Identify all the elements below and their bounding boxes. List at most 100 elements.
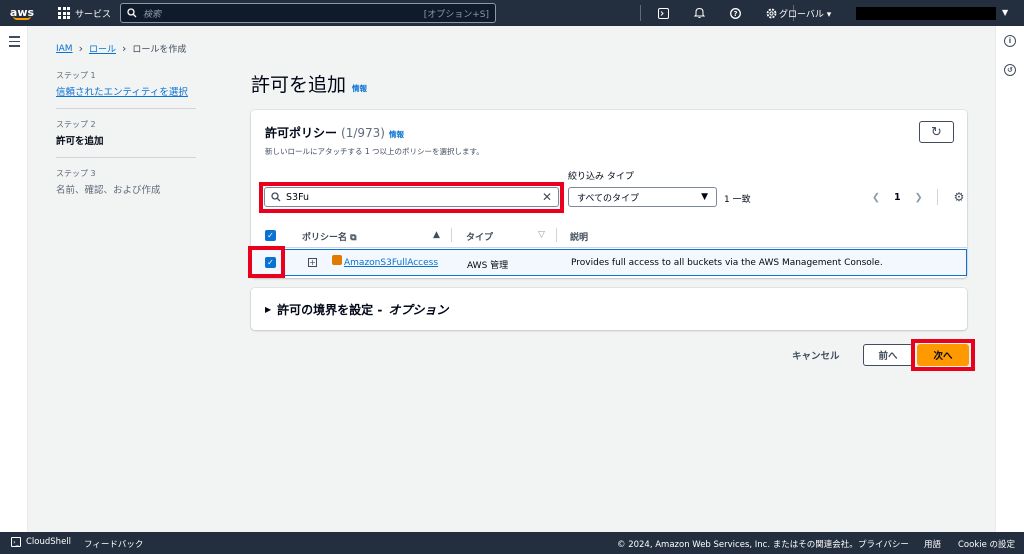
sort-icon[interactable]: ▽ <box>538 230 545 240</box>
boundary-optional: オプション <box>388 303 449 317</box>
main-content: IAM › ロール › ロールを作成 ステップ 1 信頼されたエンティティを選択… <box>29 26 995 532</box>
page-title: 許可を追加 <box>251 74 347 96</box>
select-all-checkbox[interactable]: ✓ <box>265 230 276 241</box>
tools-strip: i ↺ <box>995 26 1024 532</box>
step-3-title: 名前、確認、および作成 <box>56 185 161 196</box>
cloudshell-label: CloudShell <box>26 537 72 547</box>
side-nav-strip <box>0 26 28 532</box>
breadcrumb-iam[interactable]: IAM <box>56 44 73 54</box>
chevron-down-icon[interactable]: ▼ <box>1002 8 1008 17</box>
terms-link[interactable]: 用語 <box>924 538 941 550</box>
external-link-icon: ⧉ <box>350 233 357 243</box>
step-label: ステップ 1 <box>56 71 96 80</box>
chevron-right-icon: › <box>78 42 83 55</box>
divider <box>56 108 196 109</box>
divider <box>640 5 641 21</box>
region-label: グローバル <box>779 10 824 20</box>
privacy-link[interactable]: プライバシー <box>858 538 909 550</box>
panel-description: 新しいロールにアタッチする 1 つ以上のポリシーを選択します。 <box>265 147 484 156</box>
top-icons: ? <box>636 0 798 26</box>
step-1-link[interactable]: 信頼されたエンティティを選択 <box>56 84 196 98</box>
divider <box>556 228 557 242</box>
grid-icon <box>58 7 70 19</box>
pagination: ❮ 1 ❯ ⚙ <box>872 189 964 205</box>
column-header-name[interactable]: ポリシー名 ⧉ <box>302 230 357 243</box>
cloudshell-icon: ›_ <box>11 537 21 547</box>
breadcrumb-roles[interactable]: ロール <box>89 42 116 55</box>
search-icon <box>127 8 137 18</box>
cloudshell-button[interactable]: ›_ CloudShell <box>11 537 71 547</box>
policy-description: Provides full access to all buckets via … <box>571 258 883 268</box>
next-page-icon[interactable]: ❯ <box>915 192 923 203</box>
sort-ascending-icon[interactable]: ▲ <box>433 230 440 240</box>
divider <box>56 157 196 158</box>
policy-type: AWS 管理 <box>467 261 509 271</box>
divider <box>936 189 938 205</box>
feedback-link[interactable]: フィードバック <box>84 538 143 550</box>
divider <box>451 228 452 242</box>
info-link[interactable]: 情報 <box>389 129 404 140</box>
column-header-type[interactable]: タイプ <box>466 230 493 243</box>
step-2-title: 許可を追加 <box>56 136 104 147</box>
caret-down-icon: ▼ <box>701 192 708 202</box>
services-label: サービス <box>75 9 112 20</box>
table-header: ✓ ポリシー名 ⧉ ▲ タイプ ▽ 説明 <box>251 222 967 248</box>
services-menu-button[interactable]: サービス <box>44 0 119 26</box>
step-1: ステップ 1 信頼されたエンティティを選択 <box>56 70 196 98</box>
step-label: ステップ 3 <box>56 169 96 178</box>
expand-icon[interactable]: + <box>308 258 317 267</box>
filter-type-label: 絞り込み タイプ <box>568 172 634 182</box>
step-2: ステップ 2 許可を追加 <box>56 119 196 147</box>
help-icon[interactable]: ? <box>717 0 753 26</box>
wizard-steps: ステップ 1 信頼されたエンティティを選択 ステップ 2 許可を追加 ステップ … <box>56 70 196 196</box>
type-filter-select[interactable]: すべてのタイプ ▼ <box>568 187 717 207</box>
table-row[interactable]: ✓ + AmazonS3FullAccess AWS 管理 Provides f… <box>251 249 967 276</box>
search-highlight <box>259 182 564 213</box>
breadcrumb-current: ロールを作成 <box>132 45 187 55</box>
aws-managed-icon <box>332 255 342 265</box>
step-3: ステップ 3 名前、確認、および作成 <box>56 168 196 196</box>
caret-right-icon: ▶ <box>265 305 272 314</box>
footer: ›_ CloudShell フィードバック © 2024, Amazon Web… <box>0 532 1024 554</box>
cloudshell-icon[interactable] <box>645 0 681 26</box>
svg-text:?: ? <box>733 10 737 18</box>
policy-name-link[interactable]: AmazonS3FullAccess <box>344 258 438 268</box>
search-placeholder: 検索 <box>143 9 162 20</box>
cancel-button[interactable]: キャンセル <box>792 348 840 362</box>
refresh-button[interactable]: ↻ <box>919 121 954 143</box>
next-highlight <box>911 339 975 371</box>
settings-gear-icon[interactable]: ⚙ <box>954 190 965 204</box>
search-shortcut-hint: [オプション+S] <box>423 9 489 20</box>
account-menu[interactable] <box>856 7 996 20</box>
aws-logo[interactable]: aws <box>0 0 44 26</box>
refresh-icon: ↻ <box>931 124 942 140</box>
bell-icon[interactable] <box>681 0 717 26</box>
match-count: 1 一致 <box>724 195 751 205</box>
boundary-header[interactable]: ▶ 許可の境界を設定 - オプション <box>265 301 448 318</box>
aws-smile-icon <box>13 16 31 20</box>
region-selector[interactable]: グローバル ▾ <box>779 7 831 20</box>
prev-page-icon[interactable]: ❮ <box>872 192 880 203</box>
global-search-input[interactable]: 検索 [オプション+S] <box>120 3 496 23</box>
back-button[interactable]: 前へ <box>863 344 913 366</box>
type-filter-value: すべてのタイプ <box>577 193 640 204</box>
policy-count: (1/973) <box>341 126 385 140</box>
step-label: ステップ 2 <box>56 120 96 129</box>
menu-icon[interactable] <box>9 36 20 50</box>
column-header-description: 説明 <box>570 233 589 243</box>
info-link[interactable]: 情報 <box>352 83 367 94</box>
panel-title: 許可ポリシー <box>265 126 338 140</box>
clock-icon[interactable]: ↺ <box>1004 64 1016 76</box>
breadcrumb: IAM › ロール › ロールを作成 <box>56 42 186 55</box>
checkbox-highlight <box>248 246 285 278</box>
chevron-right-icon: › <box>122 42 127 55</box>
cookie-settings-link[interactable]: Cookie の設定 <box>958 538 1015 550</box>
page-header: 許可を追加 情報 <box>251 70 367 97</box>
info-icon[interactable]: i <box>1004 35 1016 47</box>
copyright: © 2024, Amazon Web Services, Inc. またはその関… <box>617 540 858 550</box>
boundary-title: 許可の境界を設定 - <box>277 303 383 317</box>
current-page[interactable]: 1 <box>894 192 901 203</box>
panel-header: 許可ポリシー (1/973) 情報 <box>265 124 404 141</box>
permissions-policies-panel: 許可ポリシー (1/973) 情報 新しいロールにアタッチする 1 つ以上のポリ… <box>248 110 967 278</box>
permissions-boundary-panel[interactable]: ▶ 許可の境界を設定 - オプション <box>251 288 967 330</box>
